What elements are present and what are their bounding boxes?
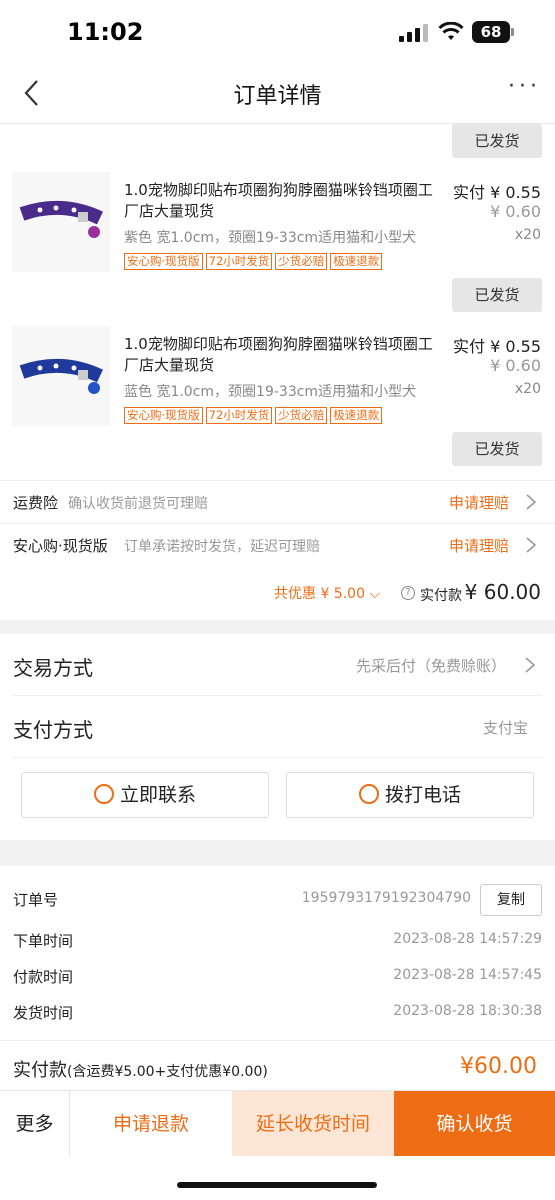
phone-icon bbox=[358, 784, 379, 804]
order-info-card: 订单号 1959793179192304790 复制 下单时间 2023-08-… bbox=[0, 866, 555, 1040]
tag: 安心购·现货版 bbox=[124, 253, 203, 270]
product-item[interactable]: 1.0宠物脚印贴布项圈狗狗脖圈猫咪铃铛项圈工厂店大量现货 实付 ¥ 0.55 ¥… bbox=[0, 326, 555, 434]
order-goods-card: 已发货 1.0宠物脚印贴布项圈狗狗脖圈猫咪铃铛项圈工厂店大量现货 实付 ¥ 0.… bbox=[0, 124, 555, 620]
wifi-icon bbox=[438, 22, 464, 40]
product-name: 1.0宠物脚印贴布项圈狗狗脖圈猫咪铃铛项圈工厂店大量现货 bbox=[124, 181, 433, 220]
product-price: 实付 ¥ 0.55 bbox=[453, 337, 541, 356]
product-spec: 蓝色 宽1.0cm，颈圈19-33cm适用猫和小型犬 bbox=[124, 384, 417, 400]
service-name: 运费险 bbox=[13, 494, 59, 512]
confirm-receipt-button[interactable]: 确认收货 bbox=[394, 1091, 555, 1157]
chevron-right-icon bbox=[526, 537, 537, 553]
order-summary: 共优惠 ¥ 5.00 ⌵ ? 实付款 ¥ 60.00 bbox=[0, 580, 555, 606]
product-price: 实付 ¥ 0.55 bbox=[453, 183, 541, 202]
product-name: 1.0宠物脚印贴布项圈狗狗脖圈猫咪铃铛项圈工厂店大量现货 bbox=[124, 335, 433, 374]
paid-label: 实付款 bbox=[420, 588, 462, 604]
more-button[interactable]: 更多 bbox=[0, 1091, 70, 1157]
ship-time-row: 发货时间 2023-08-28 18:30:38 bbox=[13, 999, 542, 1025]
product-original-price: ¥ 0.60 bbox=[490, 356, 541, 375]
ship-time-label: 发货时间 bbox=[13, 1004, 74, 1022]
product-thumbnail bbox=[12, 172, 110, 272]
chevron-right-icon bbox=[525, 657, 536, 673]
order-number-value: 1959793179192304790 bbox=[301, 890, 471, 906]
product-spec: 紫色 宽1.0cm，颈圈19-33cm适用猫和小型犬 bbox=[124, 230, 417, 246]
product-tags: 安心购·现货版 72小时发货 少货必赔 极速退款 bbox=[124, 250, 385, 270]
contact-seller-label: 立即联系 bbox=[119, 784, 196, 806]
chevron-right-icon bbox=[526, 494, 537, 510]
tag: 少货必赔 bbox=[275, 253, 328, 270]
total-paid-row: 实付款(含运费¥5.00+支付优惠¥0.00) ¥60.00 bbox=[0, 1040, 555, 1090]
home-indicator[interactable] bbox=[177, 1182, 377, 1188]
order-number-row: 订单号 1959793179192304790 复制 bbox=[13, 884, 542, 916]
order-time-row: 下单时间 2023-08-28 14:57:29 bbox=[13, 927, 542, 953]
trade-method-value: 先采后付（免费赊账） bbox=[355, 657, 506, 675]
service-row-assurance[interactable]: 安心购·现货版 订单承诺按时发货，延迟可理赔 申请理赔 bbox=[0, 523, 555, 565]
discount-toggle[interactable]: 共优惠 ¥ 5.00 ⌵ bbox=[274, 583, 380, 603]
contact-seller-button[interactable]: 立即联系 bbox=[21, 772, 269, 818]
paid-amount: ¥ 60.00 bbox=[464, 580, 541, 604]
service-row-freight-insurance[interactable]: 运费险 确认收货前退货可理赔 申请理赔 bbox=[0, 480, 555, 522]
tag: 安心购·现货版 bbox=[124, 407, 203, 424]
trade-method-label: 交易方式 bbox=[13, 656, 93, 680]
order-time-label: 下单时间 bbox=[13, 932, 74, 950]
service-desc: 确认收货前退货可理赔 bbox=[68, 496, 208, 512]
shipped-button[interactable]: 已发货 bbox=[452, 124, 542, 158]
product-original-price: ¥ 0.60 bbox=[490, 202, 541, 221]
shipped-button[interactable]: 已发货 bbox=[452, 278, 542, 312]
call-phone-label: 拨打电话 bbox=[384, 784, 461, 806]
copy-button[interactable]: 复制 bbox=[480, 884, 542, 916]
payment-method-value: 支付宝 bbox=[482, 719, 528, 737]
home-area bbox=[0, 1156, 555, 1200]
order-number-label: 订单号 bbox=[13, 891, 59, 909]
payment-time-row: 付款时间 2023-08-28 14:57:45 bbox=[13, 963, 542, 989]
service-name: 安心购·现货版 bbox=[13, 537, 108, 555]
tag: 极速退款 bbox=[330, 253, 383, 270]
product-quantity: x20 bbox=[514, 227, 541, 243]
payment-time-value: 2023-08-28 14:57:45 bbox=[393, 967, 542, 983]
total-paid-amount: ¥60.00 bbox=[460, 1054, 537, 1079]
order-time-value: 2023-08-28 14:57:29 bbox=[393, 931, 542, 947]
payment-method-row: 支付方式 支付宝 bbox=[13, 696, 542, 758]
total-paid-label: 实付款(含运费¥5.00+支付优惠¥0.00) bbox=[13, 1060, 268, 1081]
tag: 极速退款 bbox=[330, 407, 383, 424]
status-bar: 11:02 68 bbox=[0, 0, 555, 62]
product-item[interactable]: 1.0宠物脚印贴布项圈狗狗脖圈猫咪铃铛项圈工厂店大量现货 实付 ¥ 0.55 ¥… bbox=[0, 172, 555, 280]
product-thumbnail bbox=[12, 326, 110, 426]
tag: 72小时发货 bbox=[205, 253, 273, 270]
help-icon[interactable]: ? bbox=[401, 586, 415, 600]
payment-method-label: 支付方式 bbox=[13, 718, 93, 742]
call-phone-button[interactable]: 拨打电话 bbox=[286, 772, 534, 818]
more-options-icon[interactable]: ··· bbox=[508, 74, 541, 99]
page-title: 订单详情 bbox=[233, 84, 322, 109]
payment-time-label: 付款时间 bbox=[13, 968, 74, 986]
shipped-button[interactable]: 已发货 bbox=[452, 432, 542, 466]
trade-method-row[interactable]: 交易方式 先采后付（免费赊账） bbox=[13, 634, 542, 696]
battery-icon: 68 bbox=[472, 21, 514, 43]
tag: 少货必赔 bbox=[275, 407, 328, 424]
status-time: 11:02 bbox=[67, 18, 144, 46]
bottom-action-bar: 更多 申请退款 延长收货时间 确认收货 bbox=[0, 1090, 555, 1157]
refund-button[interactable]: 申请退款 bbox=[70, 1091, 232, 1157]
product-tags: 安心购·现货版 72小时发货 少货必赔 极速退款 bbox=[124, 404, 385, 424]
chevron-down-icon: ⌵ bbox=[369, 586, 381, 602]
service-desc: 订单承诺按时发货，延迟可理赔 bbox=[124, 539, 320, 555]
tag: 72小时发货 bbox=[205, 407, 273, 424]
chat-smile-icon bbox=[93, 784, 114, 804]
claim-button[interactable]: 申请理赔 bbox=[449, 492, 509, 513]
extend-receipt-button[interactable]: 延长收货时间 bbox=[232, 1091, 394, 1157]
ship-time-value: 2023-08-28 18:30:38 bbox=[393, 1003, 542, 1019]
discount-text: 共优惠 ¥ 5.00 bbox=[274, 586, 365, 602]
claim-button[interactable]: 申请理赔 bbox=[449, 535, 509, 556]
nav-bar: 订单详情 ··· bbox=[0, 62, 555, 124]
product-quantity: x20 bbox=[514, 381, 541, 397]
total-paid-detail: (含运费¥5.00+支付优惠¥0.00) bbox=[67, 1064, 268, 1080]
cellular-signal-icon bbox=[399, 24, 429, 42]
